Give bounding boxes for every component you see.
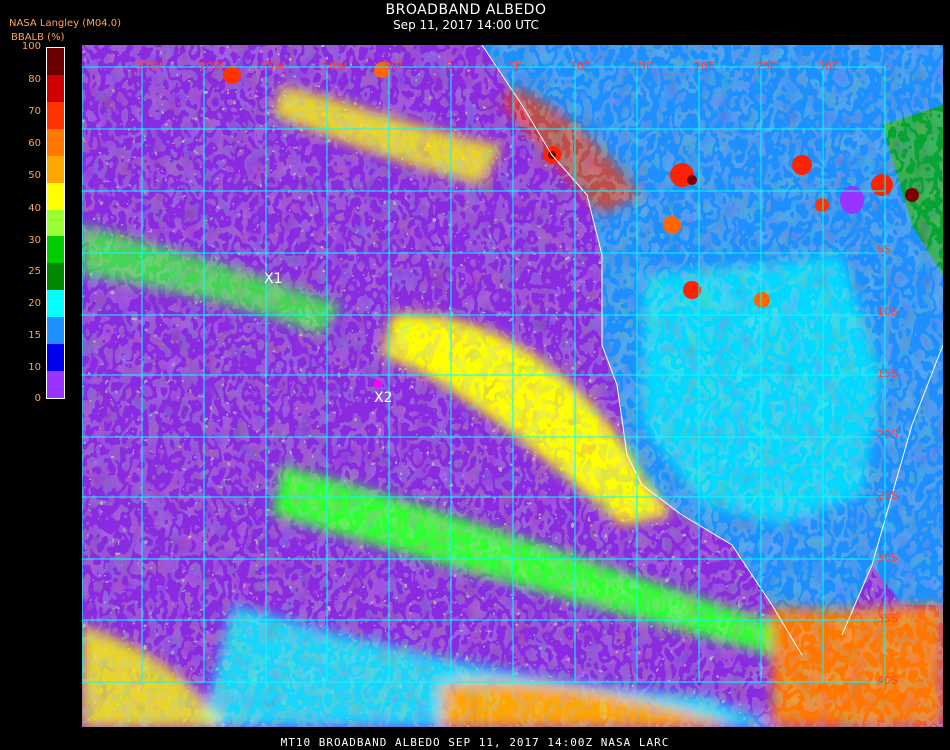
colorbar-tick-label: 40	[28, 203, 41, 214]
colorbar-tick-label: 25	[28, 266, 41, 277]
colorbar	[46, 47, 65, 399]
marker-x2-dot	[374, 380, 382, 388]
colorbar-segment	[47, 128, 64, 156]
longitude-label: 10W	[322, 60, 347, 73]
colorbar-segment	[47, 317, 64, 345]
colorbar-segment	[47, 344, 64, 372]
colorbar-segment	[47, 371, 64, 398]
longitude-label: 10E	[570, 60, 591, 73]
longitude-label: 15W	[260, 60, 285, 73]
longitude-label: 20E	[694, 60, 715, 73]
marker-x1: X1	[264, 271, 283, 287]
colorbar-segment	[47, 209, 64, 237]
longitude-label: 0	[446, 60, 453, 73]
satellite-map: 25W 20W 15W 10W 5W 0 5E 10E 15E 20E 25E 30E 5S 10S 15…	[82, 45, 943, 727]
colorbar-tick-label: 100	[21, 41, 41, 52]
latitude-label: 10S	[877, 305, 898, 318]
longitude-label: 5E	[508, 60, 522, 73]
latitude-label: 25S	[877, 489, 898, 502]
colorbar-segment	[47, 290, 64, 318]
colorbar-segment	[47, 101, 64, 129]
colorbar-tick-label: 10	[28, 362, 41, 373]
colorbar-tick-label: 20	[28, 298, 41, 309]
latitude-label: 40S	[877, 674, 898, 687]
colorbar-tick-label: 50	[28, 170, 41, 181]
footer-caption: MT10 BROADBAND ALBEDO SEP 11, 2017 14:00…	[280, 736, 670, 749]
longitude-label: 5W	[384, 60, 402, 73]
lake-victoria	[840, 186, 864, 214]
longitude-label: 15E	[632, 60, 653, 73]
chart-title: BROADBAND ALBEDO	[385, 2, 547, 18]
colorbar-segment	[47, 263, 64, 291]
latitude-label: 15S	[877, 367, 898, 380]
colorbar-tick-label: 0	[34, 393, 41, 404]
latitude-label: 35S	[877, 612, 898, 625]
longitude-label: 30E	[818, 60, 839, 73]
source-label: NASA Langley (M04.0)	[9, 18, 121, 29]
longitude-label: 25W	[137, 60, 162, 73]
colorbar-tick-label: 80	[28, 74, 41, 85]
colorbar-segment	[47, 182, 64, 210]
colorbar-tick-label: 70	[28, 106, 41, 117]
colorbar-segment	[47, 48, 64, 75]
colorbar-tick-label: 15	[28, 330, 41, 341]
latitude-label: 30S	[877, 551, 898, 564]
map-svg: 25W 20W 15W 10W 5W 0 5E 10E 15E 20E 25E 30E 5S 10S 15…	[82, 45, 943, 727]
longitude-label: 20W	[199, 60, 224, 73]
latitude-label: 20S	[877, 428, 898, 441]
colorbar-segment	[47, 155, 64, 183]
colorbar-segment	[47, 236, 64, 264]
longitude-label: 25E	[756, 60, 777, 73]
colorbar-segment	[47, 74, 64, 102]
chart-subtitle: Sep 11, 2017 14:00 UTC	[393, 18, 539, 32]
colorbar-tick-label: 60	[28, 138, 41, 149]
colorbar-tick-label: 30	[28, 235, 41, 246]
latitude-label: 5S	[877, 243, 891, 256]
marker-x2: X2	[374, 390, 393, 406]
